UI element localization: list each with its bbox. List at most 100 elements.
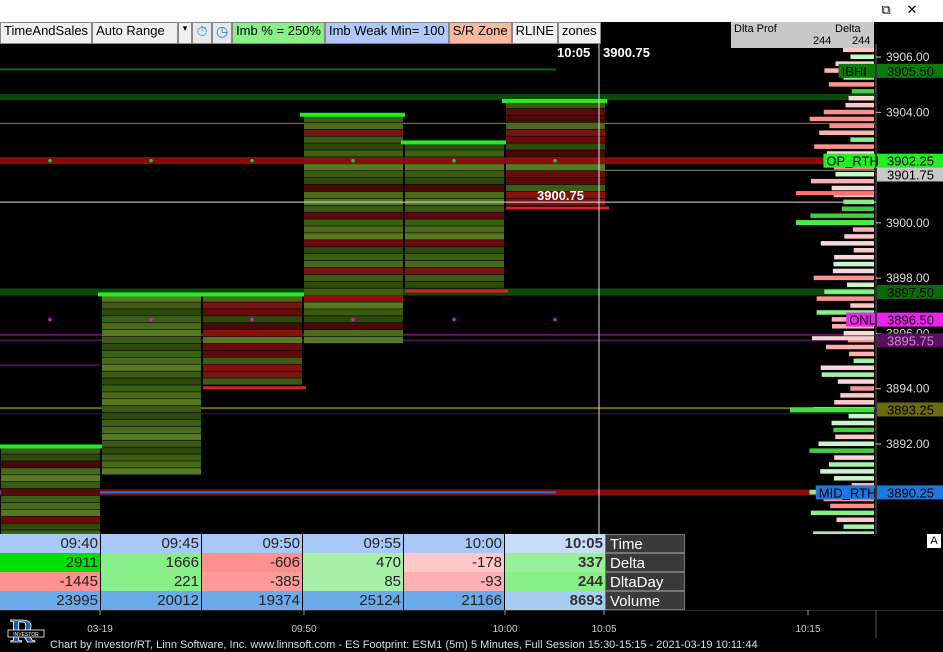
footprint-cell: [1, 502, 100, 510]
footprint-cell: [304, 122, 403, 129]
delta-profile-bar: [820, 469, 874, 474]
delta-profile-bar: [841, 206, 874, 212]
table-row-dltaday: -1445 221 -385 85 -93 244 DltaDay: [0, 572, 686, 591]
footprint-cell: [405, 171, 504, 178]
delta-profile-bar: [834, 476, 874, 481]
range-mode-select[interactable]: Auto Range: [92, 22, 179, 44]
footprint-cell: [405, 150, 504, 157]
window-title-bar: ⧉ ✕: [0, 0, 943, 22]
footprint-cell: [102, 336, 201, 344]
delta-profile-bar: [848, 413, 874, 419]
rline-button[interactable]: RLINE: [511, 22, 558, 44]
price-tick-label: 3894.00: [886, 382, 930, 396]
restore-window-icon[interactable]: ⧉: [877, 2, 895, 19]
level-dot: [149, 317, 153, 322]
footprint-cell: [203, 350, 302, 358]
delta-profile-bar: [834, 455, 874, 460]
footprint-cell: [1, 482, 100, 489]
delta-profile-title: Dlta Prof: [734, 23, 777, 35]
delta-profile-bar: [810, 213, 874, 218]
footprint-cell: [102, 426, 201, 434]
footprint-cell: [405, 226, 504, 233]
delta-profile-bar: [820, 365, 874, 370]
footprint-cell: [102, 357, 201, 364]
auto-scale-button[interactable]: A: [927, 534, 941, 548]
footprint-cell: [102, 399, 201, 406]
stopwatch-icon[interactable]: ⏱: [192, 22, 213, 44]
level-price-label: 3902.25: [887, 154, 934, 169]
level-price-label: 3895.75: [887, 333, 934, 348]
footprint-cell: [304, 323, 403, 330]
table-cell: 09:50: [202, 534, 302, 553]
price-tick-label: 3904.00: [886, 105, 930, 119]
footprint-cell: [102, 350, 201, 358]
table-row-label: Delta: [605, 553, 685, 572]
footprint-cell: [102, 468, 201, 475]
price-tick-label: 3892.00: [886, 437, 930, 451]
delta-column-title: Delta: [835, 23, 861, 35]
imb-percent-button[interactable]: Imb % = 250%: [232, 22, 325, 44]
delta-profile-bar: [834, 400, 874, 405]
footprint-cell: [102, 440, 201, 447]
bar-high-marker: [199, 292, 304, 297]
footprint-cell: [203, 329, 302, 337]
table-row-time: 09:40 09:45 09:50 09:55 10:00 10:05 Time: [0, 534, 686, 553]
footprint-cell: [304, 233, 403, 240]
time-tick-label: 10:15: [795, 624, 820, 635]
zones-button[interactable]: zones: [557, 22, 601, 44]
footprint-cell: [203, 364, 302, 371]
footprint-cell: [1, 523, 100, 530]
table-cell: 09:55: [303, 534, 403, 553]
time-and-sales-button[interactable]: TimeAndSales: [0, 22, 93, 44]
footprint-bar: [0, 444, 102, 534]
close-window-icon[interactable]: ✕: [903, 2, 921, 19]
table-cell: -178: [404, 553, 504, 572]
delta-profile-bar: [848, 95, 874, 101]
table-cell: 20012: [101, 591, 201, 610]
table-cell: 337: [505, 553, 605, 572]
time-tick-label: 10:05: [591, 624, 616, 635]
footprint-cell: [304, 274, 403, 281]
chevron-down-icon[interactable]: ▾: [178, 22, 193, 44]
delta-profile-bar: [812, 336, 874, 341]
footprint-cell: [102, 461, 201, 468]
footprint-cell: [405, 267, 504, 275]
footprint-cell: [506, 122, 605, 129]
delta-profile-bar: [790, 407, 874, 413]
footprint-cell: [405, 177, 504, 185]
footprint-cell: [304, 177, 403, 185]
level-name-label: MID_RTH: [819, 485, 877, 500]
footprint-cell: [102, 447, 201, 454]
level-name-label: IBHI: [842, 64, 867, 79]
footprint-cell: [1, 468, 100, 475]
delta-profile-bar: [844, 234, 874, 239]
sr-zone-button[interactable]: S/R Zone: [448, 22, 512, 44]
table-cell: 09:45: [101, 534, 201, 553]
delta-profile-bar: [831, 185, 874, 191]
footprint-cell: [102, 371, 201, 378]
footprint-cell: [102, 329, 201, 337]
footprint-cell: [102, 412, 201, 420]
last-price-label: 3901.75: [887, 167, 934, 182]
footprint-cell: [304, 260, 403, 268]
delta-profile-bar: [824, 289, 874, 294]
footprint-cell: [102, 419, 201, 427]
footprint-cell: [304, 336, 403, 344]
table-cell: 10:05: [505, 534, 605, 553]
imb-weak-min-button[interactable]: Imb Weak Min= 100: [324, 22, 449, 44]
table-cell: 09:40: [0, 534, 100, 553]
level-dot: [149, 158, 153, 163]
price-tick-label: 3898.00: [886, 271, 930, 285]
footprint-chart[interactable]: 10:053900.753900.753906.003904.003902.00…: [0, 22, 943, 534]
delta-profile-bar: [833, 261, 874, 267]
time-tick-label: 03-19: [87, 624, 113, 635]
level-dot: [553, 158, 557, 163]
footprint-cell: [203, 302, 302, 309]
footprint-cell: [405, 233, 504, 240]
clock-icon[interactable]: ◷: [212, 22, 233, 44]
delta-profile-bar: [821, 372, 874, 377]
footprint-cell: [405, 191, 504, 199]
delta-profile-bar: [834, 254, 874, 260]
table-cell: -606: [202, 553, 302, 572]
delta-profile-bar: [830, 503, 874, 509]
